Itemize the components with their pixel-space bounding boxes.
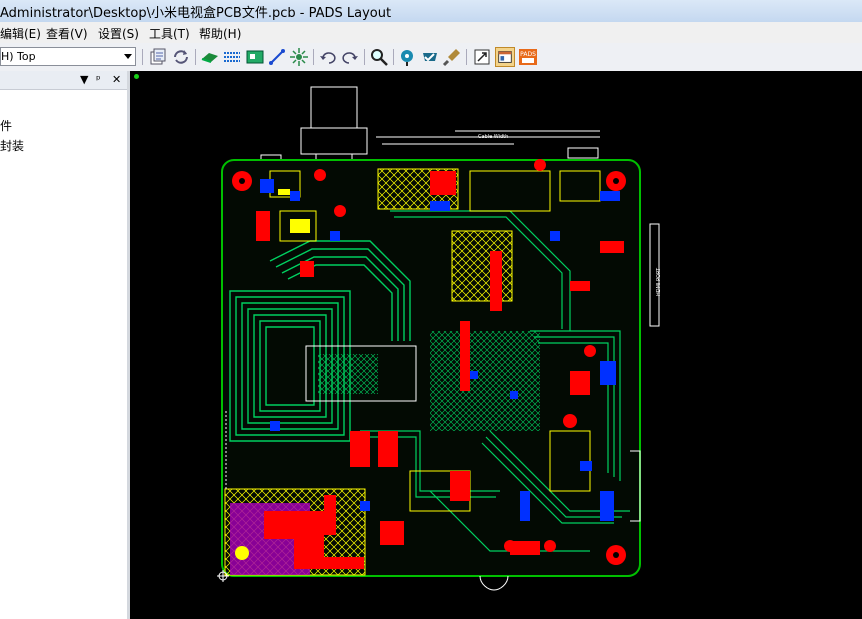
toolbar-separator — [313, 49, 314, 65]
zoom-icon[interactable] — [369, 47, 389, 67]
tree-item-footprints[interactable]: 封装 — [0, 137, 24, 154]
redo-icon[interactable] — [340, 47, 360, 67]
mounting-pad — [235, 546, 249, 560]
layer-select-value: H) Top — [1, 50, 36, 63]
yellow-component — [278, 189, 290, 195]
tree-item-components[interactable]: 件 — [0, 117, 12, 134]
menu-view[interactable]: 查看(V) — [46, 25, 88, 42]
chevron-down-icon — [124, 54, 132, 59]
svg-text:PADS: PADS — [520, 51, 536, 58]
toolbar: H) Top PADS — [0, 43, 862, 72]
menu-bar: 编辑(E) 查看(V) 设置(S) 工具(T) 帮助(H) — [0, 22, 862, 43]
properties-icon[interactable] — [148, 47, 168, 67]
menu-tools[interactable]: 工具(T) — [149, 25, 190, 42]
toolbar-separator — [466, 49, 467, 65]
cpu-fanout — [318, 354, 378, 394]
toolbar-separator — [364, 49, 365, 65]
pcb-board-view[interactable]: Cable Width HDMI PORT — [130, 71, 862, 619]
board-icon[interactable] — [245, 47, 265, 67]
refresh-icon[interactable] — [171, 47, 191, 67]
window-title: Administrator\Desktop\小米电视盒PCB文件.pcb - P… — [0, 6, 392, 21]
bottom-connector-outline — [479, 575, 509, 591]
layout-icon[interactable] — [495, 47, 515, 67]
memory-hatch-region — [451, 230, 513, 302]
center-bga-fanout — [430, 331, 540, 431]
toolbar-separator — [393, 49, 394, 65]
project-explorer-panel: ▼ ᵖ ✕ 件 封装 — [0, 71, 130, 619]
layer-select[interactable]: H) Top — [0, 47, 136, 66]
silk-outline — [455, 130, 600, 138]
menu-help[interactable]: 帮助(H) — [199, 25, 241, 42]
yellow-component — [290, 219, 310, 233]
clean-icon[interactable] — [442, 47, 462, 67]
pcb-canvas[interactable]: Cable Width HDMI PORT — [130, 71, 862, 619]
drc-icon[interactable] — [398, 47, 418, 67]
hdmi-port-label: HDMI PORT — [656, 267, 662, 296]
close-icon[interactable]: ✕ — [112, 73, 121, 86]
pour-icon[interactable] — [222, 47, 242, 67]
panel-header: ▼ ᵖ ✕ — [0, 71, 127, 90]
route-icon[interactable] — [200, 47, 220, 67]
toolbar-separator — [195, 49, 196, 65]
menu-edit[interactable]: 编辑(E) — [0, 25, 41, 42]
verify-icon[interactable] — [420, 47, 440, 67]
pads-logo-icon[interactable]: PADS — [518, 47, 538, 67]
pin-icon[interactable]: ᵖ — [96, 73, 101, 86]
undo-icon[interactable] — [318, 47, 338, 67]
title-bar: Administrator\Desktop\小米电视盒PCB文件.pcb - P… — [0, 0, 862, 22]
toolbar-separator — [142, 49, 143, 65]
menu-setup[interactable]: 设置(S) — [98, 25, 139, 42]
panel-dropdown-icon[interactable]: ▼ — [80, 73, 88, 86]
add-trace-icon[interactable] — [267, 47, 287, 67]
open-file-icon[interactable] — [472, 47, 492, 67]
cluster-icon[interactable] — [289, 47, 309, 67]
